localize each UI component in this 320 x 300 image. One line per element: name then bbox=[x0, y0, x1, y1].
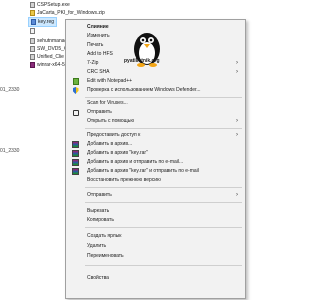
menu-item-add-to-key-rar[interactable]: Добавить в архив "key.rar" bbox=[67, 149, 244, 158]
menu-item-create-shortcut[interactable]: Создать ярлык bbox=[67, 232, 244, 241]
file-name: Unified_Clie bbox=[37, 54, 64, 60]
file-item[interactable]: CSPSetup.exe bbox=[30, 1, 70, 9]
menu-item-properties[interactable]: Свойства bbox=[67, 274, 244, 283]
menu-item-label: Изменить bbox=[87, 33, 110, 39]
menu-separator bbox=[85, 265, 242, 266]
menu-item-label: Удалить bbox=[87, 243, 107, 249]
exe-icon bbox=[30, 2, 35, 8]
file-item[interactable]: sehutnmanag bbox=[30, 37, 67, 45]
menu-item-label: CRC SHA bbox=[87, 69, 110, 75]
menu-item-label: Слияние bbox=[87, 24, 109, 30]
menu-item-label: Добавить в архив... bbox=[87, 141, 133, 147]
winrar-icon bbox=[72, 168, 79, 175]
file-name: SW_DVD5_O bbox=[37, 46, 68, 52]
menu-item-label: Свойства bbox=[87, 275, 109, 281]
chevron-right-icon: › bbox=[236, 132, 238, 138]
menu-item-open-with[interactable]: Открыть с помощью › bbox=[67, 117, 244, 126]
menu-item-notepad-plus-plus[interactable]: Edit with Notepad++ bbox=[67, 77, 244, 86]
exe-icon bbox=[30, 54, 35, 60]
menu-item-label: Создать ярлык bbox=[87, 233, 122, 239]
chevron-right-icon: › bbox=[236, 118, 238, 124]
menu-item-label: Открыть с помощью bbox=[87, 118, 135, 124]
menu-item-label: Предоставить доступ к bbox=[87, 132, 141, 138]
menu-item-label: Scan for Viruses... bbox=[87, 100, 128, 106]
menu-separator bbox=[85, 187, 242, 188]
winrar-icon bbox=[72, 141, 79, 148]
menu-item-label: Add to HFS bbox=[87, 51, 113, 57]
menu-item-label: Добавить в архив и отправить по e-mail..… bbox=[87, 159, 184, 165]
side-label: 01_2330 bbox=[0, 87, 20, 93]
menu-item-rename[interactable]: Переименовать bbox=[67, 252, 244, 261]
file-name: winrar-x64-5 bbox=[37, 62, 65, 68]
menu-separator bbox=[85, 128, 242, 129]
zip-icon bbox=[30, 10, 35, 16]
menu-item-label: Edit with Notepad++ bbox=[87, 78, 133, 84]
menu-item-add-to-archive[interactable]: Добавить в архив... bbox=[67, 140, 244, 149]
menu-item-send-to[interactable]: Отправить › bbox=[67, 191, 244, 200]
menu-item-label: Добавить в архив "key.rar" bbox=[87, 150, 148, 156]
file-name: key.reg bbox=[38, 19, 55, 25]
menu-item-label: Отправить bbox=[87, 109, 112, 115]
file-icon bbox=[30, 28, 35, 34]
windows-defender-icon bbox=[72, 87, 79, 94]
menu-item-label: Отправить bbox=[87, 192, 112, 198]
menu-item-label: Вырезать bbox=[87, 208, 110, 214]
file-name: CSPSetup.exe bbox=[37, 2, 70, 8]
rar-icon bbox=[30, 62, 35, 68]
file-item[interactable]: JaCarta_PKI_for_Windows.zip bbox=[30, 9, 105, 17]
chevron-right-icon: › bbox=[236, 69, 238, 75]
menu-item-copy[interactable]: Копировать bbox=[67, 216, 244, 225]
file-item[interactable]: Unified_Clie bbox=[30, 53, 64, 61]
winrar-icon bbox=[72, 150, 79, 157]
file-name: JaCarta_PKI_for_Windows.zip bbox=[37, 10, 105, 16]
menu-item-delete[interactable]: Удалить bbox=[67, 242, 244, 251]
menu-item-windows-defender[interactable]: Проверка с использованием Windows Defend… bbox=[67, 86, 244, 95]
notepad-plus-plus-icon bbox=[72, 78, 79, 85]
chevron-right-icon: › bbox=[236, 60, 238, 66]
menu-item-label: Печать bbox=[87, 42, 104, 48]
menu-item-share[interactable]: Отправить bbox=[67, 108, 244, 117]
menu-item-scan-viruses[interactable]: Scan for Viruses... bbox=[67, 99, 244, 108]
penguin-logo-icon bbox=[134, 33, 160, 67]
menu-item-label: Восстановить прежнюю версию bbox=[87, 177, 161, 183]
file-item[interactable] bbox=[30, 27, 37, 35]
menu-item-add-archive-email[interactable]: Добавить в архив и отправить по e-mail..… bbox=[67, 158, 244, 167]
chevron-right-icon: › bbox=[236, 192, 238, 198]
share-icon bbox=[72, 109, 79, 116]
menu-item-label: Переименовать bbox=[87, 253, 124, 259]
file-item[interactable]: SW_DVD5_O bbox=[30, 45, 68, 53]
menu-item-cut[interactable]: Вырезать bbox=[67, 207, 244, 216]
menu-item-label: 7-Zip bbox=[87, 60, 99, 66]
menu-separator bbox=[85, 227, 242, 228]
file-item[interactable]: winrar-x64-5 bbox=[30, 61, 65, 69]
winrar-icon bbox=[72, 159, 79, 166]
menu-item-add-key-rar-email[interactable]: Добавить в архив "key.rar" и отправить п… bbox=[67, 167, 244, 176]
side-label: 01_2330 bbox=[0, 148, 20, 154]
file-item-selected[interactable]: key.reg bbox=[28, 17, 58, 27]
menu-item-restore-previous[interactable]: Восстановить прежнюю версию bbox=[67, 176, 244, 185]
file-name: sehutnmanag bbox=[37, 38, 68, 44]
reg-file-icon bbox=[31, 19, 36, 25]
exe-icon bbox=[30, 46, 35, 52]
watermark-text: pyatilistnik.org bbox=[124, 58, 160, 64]
menu-separator bbox=[85, 97, 242, 98]
menu-item-label: Проверка с использованием Windows Defend… bbox=[87, 87, 201, 93]
menu-item-label: Копировать bbox=[87, 217, 114, 223]
exe-icon bbox=[30, 38, 35, 44]
menu-separator bbox=[85, 202, 242, 203]
menu-item-label: Добавить в архив "key.rar" и отправить п… bbox=[87, 168, 199, 174]
menu-item-give-access[interactable]: Предоставить доступ к › bbox=[67, 131, 244, 140]
